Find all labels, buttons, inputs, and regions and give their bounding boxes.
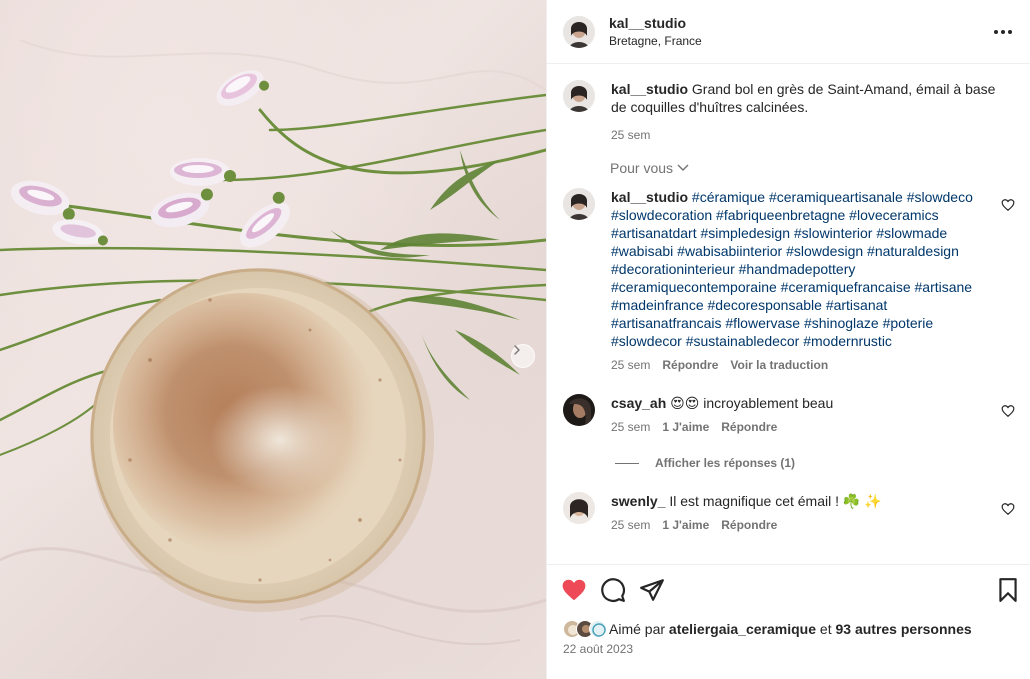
comment-bubble-icon[interactable] bbox=[600, 577, 626, 603]
profile-photo-icon bbox=[563, 492, 595, 524]
liked-by-user[interactable]: ateliergaia_ceramique bbox=[669, 621, 816, 637]
liked-by-summary[interactable]: Aimé par ateliergaia_ceramique et 93 aut… bbox=[563, 619, 972, 639]
pour-vous-label: Pour vous bbox=[610, 160, 674, 176]
comment-time[interactable]: 25 sem bbox=[611, 518, 650, 532]
reply-button[interactable]: Répondre bbox=[662, 358, 718, 372]
profile-photo-icon bbox=[563, 15, 595, 48]
comment-likes[interactable]: 1 J'aime bbox=[662, 518, 709, 532]
comment-item: swenly_ Il est magnifique cet émail ! ☘️… bbox=[563, 492, 1015, 532]
caption-username[interactable]: kal__studio bbox=[611, 81, 688, 97]
liker-avatar bbox=[589, 620, 607, 638]
chevron-down-icon bbox=[677, 164, 689, 171]
reply-button[interactable]: Répondre bbox=[721, 518, 777, 532]
post-date[interactable]: 22 août 2023 bbox=[563, 642, 633, 656]
post-side-panel: kal__studio Bretagne, France kal__studio… bbox=[546, 0, 1030, 679]
translate-button[interactable]: Voir la traduction bbox=[730, 358, 828, 372]
profile-photo-icon bbox=[563, 188, 595, 220]
comment-time[interactable]: 25 sem bbox=[611, 420, 650, 434]
reply-button[interactable]: Répondre bbox=[721, 420, 777, 434]
chevron-right-icon bbox=[514, 345, 520, 355]
liked-by-others[interactable]: 93 autres personnes bbox=[835, 621, 971, 637]
post-actions-bar: Aimé par ateliergaia_ceramique et 93 aut… bbox=[547, 564, 1030, 679]
post-photo[interactable] bbox=[0, 0, 546, 679]
comment-username[interactable]: kal__studio bbox=[611, 189, 688, 205]
commenter-avatar[interactable] bbox=[563, 188, 595, 220]
author-avatar[interactable] bbox=[563, 15, 595, 48]
like-heart-icon[interactable] bbox=[561, 577, 587, 603]
more-dots-icon bbox=[994, 30, 1012, 34]
comment-hashtags[interactable]: #céramique #ceramiqueartisanale #slowdec… bbox=[611, 189, 973, 349]
like-comment-heart-icon[interactable] bbox=[1001, 404, 1015, 418]
profile-photo-icon bbox=[563, 80, 595, 112]
comment-username[interactable]: swenly_ bbox=[611, 493, 665, 509]
pour-vous-filter[interactable]: Pour vous bbox=[610, 160, 689, 176]
comment-text: Il est magnifique cet émail ! ☘️ ✨ bbox=[669, 493, 882, 509]
replies-divider bbox=[615, 462, 639, 464]
profile-photo-icon bbox=[590, 621, 606, 637]
like-comment-heart-icon[interactable] bbox=[1001, 198, 1015, 212]
share-send-icon[interactable] bbox=[639, 577, 665, 603]
post-caption: kal__studio Grand bol en grès de Saint-A… bbox=[563, 80, 1015, 142]
comments-scroll-area[interactable]: kal__studio Grand bol en grès de Saint-A… bbox=[547, 64, 1030, 564]
show-replies-button[interactable]: Afficher les réponses (1) bbox=[615, 456, 795, 470]
liker-avatars bbox=[563, 619, 609, 639]
profile-photo-icon bbox=[563, 394, 595, 426]
comment-emoji: 😍😍 bbox=[670, 395, 700, 411]
comment-likes[interactable]: 1 J'aime bbox=[662, 420, 709, 434]
like-comment-heart-icon[interactable] bbox=[1001, 502, 1015, 516]
more-options-button[interactable] bbox=[991, 20, 1015, 44]
comment-item: kal__studio #céramique #ceramiqueartisan… bbox=[563, 188, 1015, 372]
post-header: kal__studio Bretagne, France bbox=[547, 0, 1030, 64]
comment-username[interactable]: csay_ah bbox=[611, 395, 666, 411]
instagram-post-modal: kal__studio Bretagne, France kal__studio… bbox=[0, 0, 1030, 679]
commenter-avatar[interactable] bbox=[563, 492, 595, 524]
show-replies-label: Afficher les réponses (1) bbox=[655, 456, 796, 470]
author-username[interactable]: kal__studio bbox=[609, 14, 702, 33]
caption-time[interactable]: 25 sem bbox=[611, 128, 650, 142]
comment-text: incroyablement beau bbox=[703, 395, 834, 411]
post-location[interactable]: Bretagne, France bbox=[609, 33, 702, 49]
commenter-avatar[interactable] bbox=[563, 394, 595, 426]
bowl-and-flowers-image bbox=[0, 39, 546, 646]
comment-item: csay_ah 😍😍 incroyablement beau 25 sem 1 … bbox=[563, 394, 1015, 434]
comment-time[interactable]: 25 sem bbox=[611, 358, 650, 372]
caption-author-avatar[interactable] bbox=[563, 80, 595, 112]
caption-text-block: kal__studio Grand bol en grès de Saint-A… bbox=[611, 80, 1001, 116]
liked-by-prefix: Aimé par bbox=[609, 621, 666, 637]
liked-by-middle: et bbox=[819, 621, 832, 637]
save-bookmark-icon[interactable] bbox=[995, 577, 1021, 603]
carousel-next-button[interactable] bbox=[511, 344, 535, 368]
